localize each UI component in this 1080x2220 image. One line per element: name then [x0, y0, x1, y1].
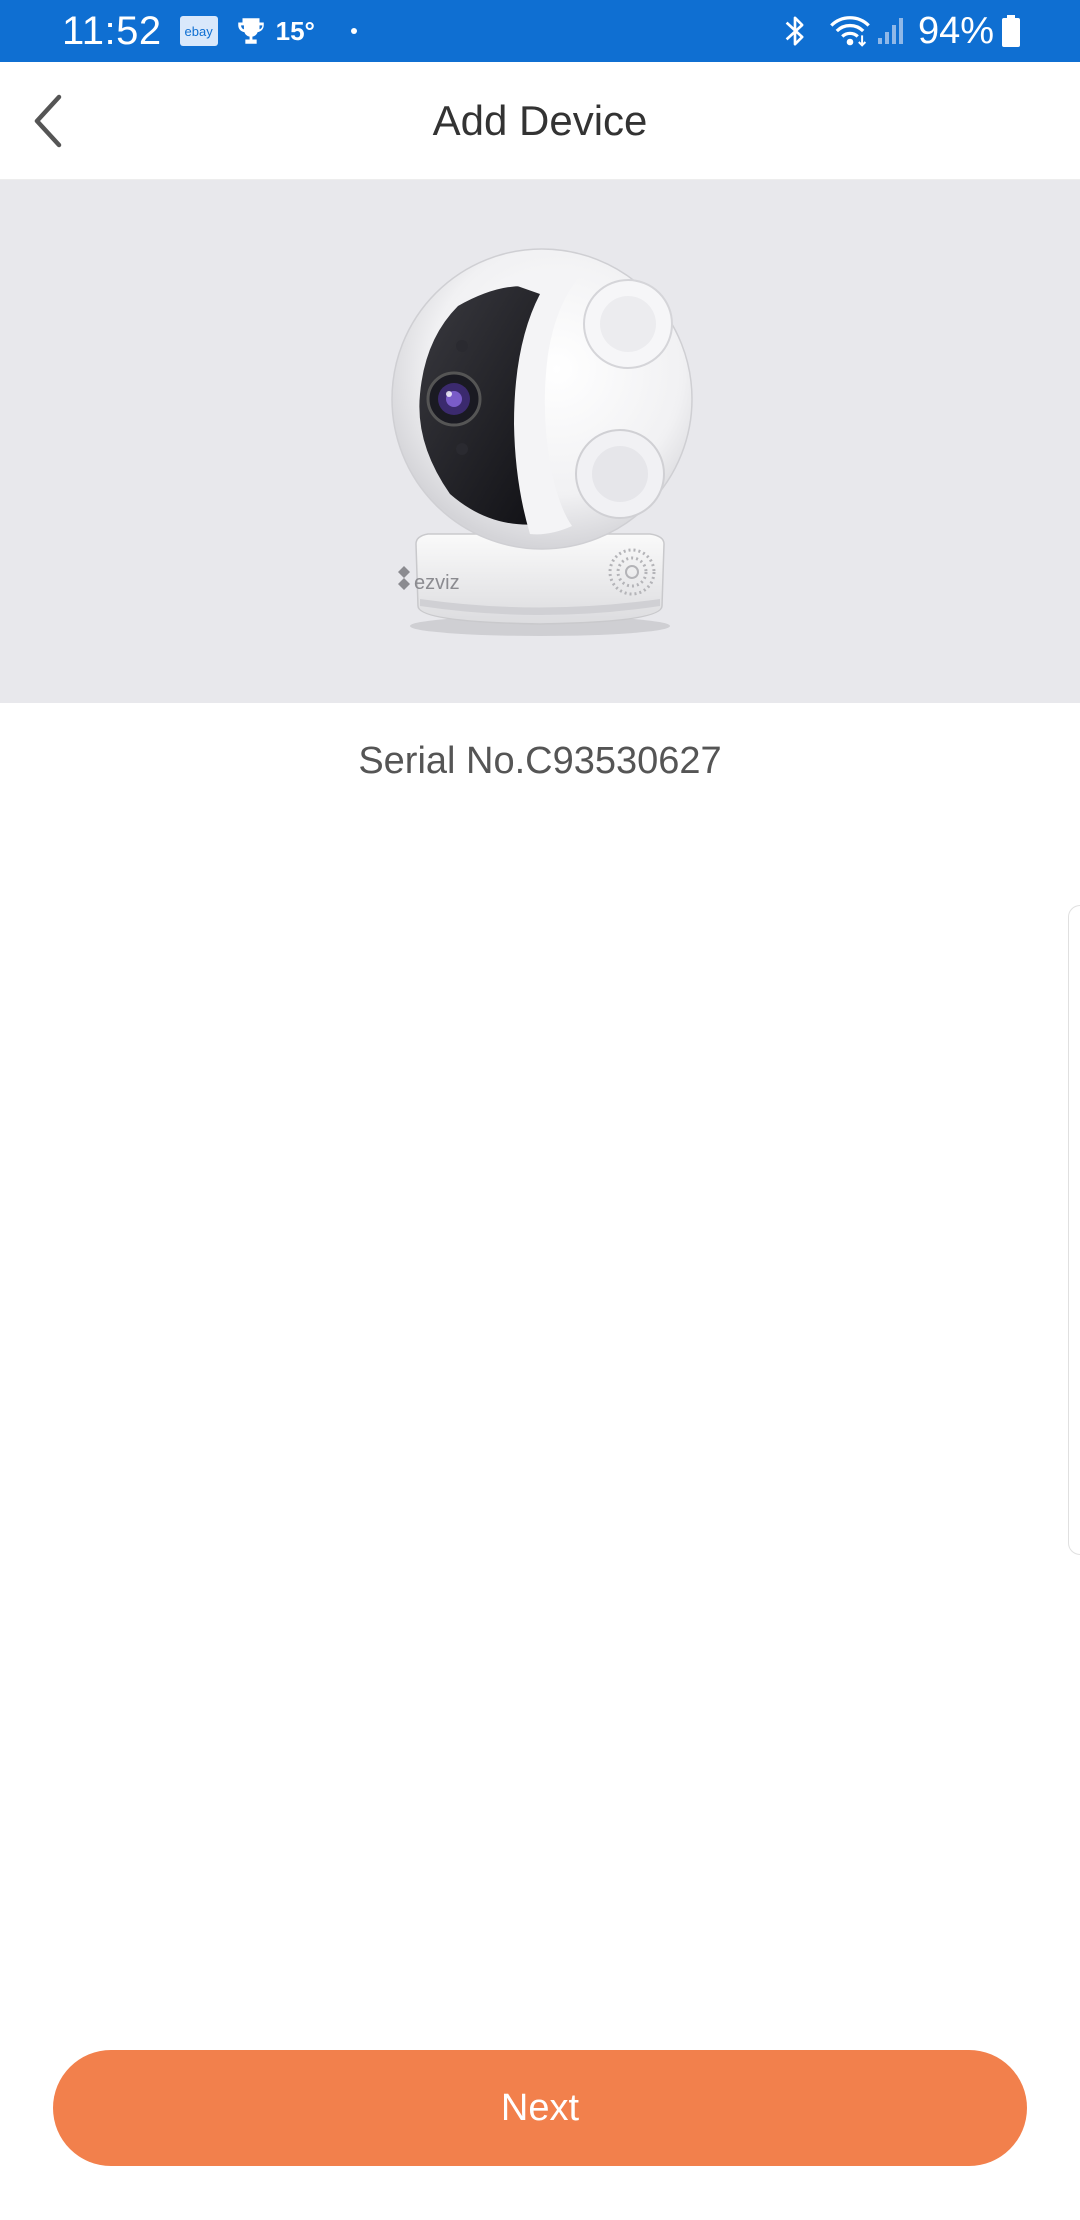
brand-logo-text: ezviz — [414, 572, 460, 594]
side-panel-handle[interactable] — [1068, 905, 1080, 1555]
battery-icon — [1002, 15, 1020, 47]
next-button[interactable]: Next — [53, 2050, 1027, 2166]
add-device-screen: 11:52 ebay 15° 94% Add Device ezviz Seri… — [0, 0, 1080, 2220]
back-button[interactable] — [14, 86, 84, 156]
signal-icon — [877, 18, 903, 44]
wifi-icon — [830, 16, 870, 47]
ebay-icon: ebay — [179, 16, 218, 46]
trophy-icon — [237, 18, 264, 44]
status-time: 11:52 — [62, 8, 162, 53]
page-title: Add Device — [432, 97, 648, 144]
bluetooth-icon — [785, 16, 804, 46]
serial-number: Serial No.C93530627 — [358, 740, 722, 782]
status-temperature: 15° — [275, 15, 315, 46]
status-bar: 11:52 ebay 15° 94% — [0, 0, 1080, 62]
device-image-panel: ezviz — [0, 180, 1080, 703]
battery-percentage: 94% — [917, 9, 994, 52]
app-header: Add Device — [0, 62, 1080, 180]
camera-device-image: ezviz — [391, 248, 693, 636]
status-left: 11:52 ebay 15° — [62, 0, 357, 62]
status-right: 94% — [782, 0, 1020, 62]
chevron-left-icon — [34, 94, 62, 148]
notification-dot — [350, 28, 357, 34]
